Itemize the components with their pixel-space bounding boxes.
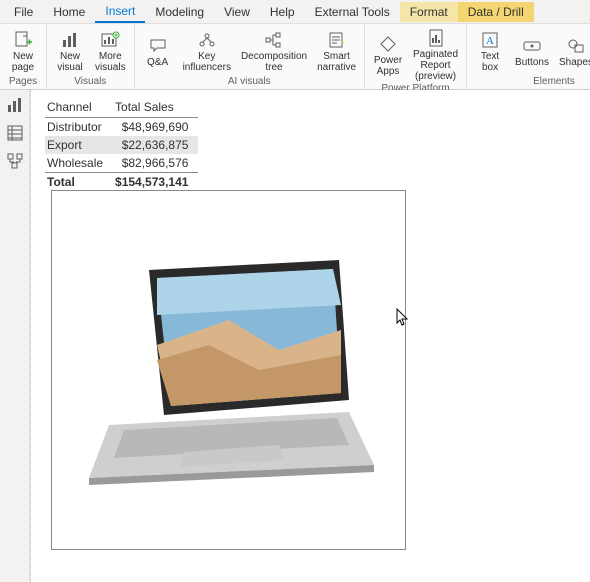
- report-canvas[interactable]: Channel Total Sales Distributor $48,969,…: [30, 90, 590, 582]
- key-influencers-button[interactable]: Key influencers: [179, 28, 235, 75]
- decomposition-tree-label: Decomposition tree: [241, 51, 307, 73]
- group-label-elements: Elements: [533, 77, 575, 88]
- cell-total-value: $154,573,141: [113, 173, 198, 192]
- table-header-total-sales[interactable]: Total Sales: [113, 98, 198, 118]
- buttons-button[interactable]: Buttons: [511, 34, 553, 70]
- power-apps-icon: [378, 34, 398, 54]
- cell-channel: Distributor: [45, 118, 113, 137]
- textbox-icon: A: [480, 30, 500, 50]
- menu-bar: File Home Insert Modeling View Help Exte…: [0, 0, 590, 24]
- cell-channel: Export: [45, 136, 113, 154]
- view-switcher: [0, 90, 30, 582]
- cell-channel: Wholesale: [45, 154, 113, 173]
- paginated-report-label: Paginated Report (preview): [413, 49, 458, 82]
- menu-help[interactable]: Help: [260, 2, 305, 22]
- smart-narrative-button[interactable]: Smart narrative: [313, 28, 360, 75]
- qa-button[interactable]: Q&A: [139, 34, 177, 70]
- textbox-button[interactable]: A Text box: [471, 28, 509, 75]
- table-row[interactable]: Distributor $48,969,690: [45, 118, 198, 137]
- new-visual-label: New visual: [57, 51, 83, 73]
- group-label-ai: AI visuals: [228, 77, 271, 88]
- table-row[interactable]: Wholesale $82,966,576: [45, 154, 198, 173]
- speech-bubble-icon: [148, 36, 168, 56]
- menu-insert[interactable]: Insert: [95, 1, 145, 23]
- power-apps-label: Power Apps: [374, 55, 402, 77]
- ribbon-group-power-platform: Power Apps Paginated Report (preview) Po…: [365, 24, 467, 89]
- menu-view[interactable]: View: [214, 2, 260, 22]
- paginated-report-icon: [426, 28, 446, 48]
- smart-narrative-icon: [327, 30, 347, 50]
- paginated-report-button[interactable]: Paginated Report (preview): [409, 26, 462, 84]
- menu-format[interactable]: Format: [400, 2, 458, 22]
- buttons-icon: [522, 36, 542, 56]
- menu-file[interactable]: File: [4, 2, 43, 22]
- shapes-label: Shapes: [559, 57, 590, 68]
- new-page-label: New page: [12, 51, 34, 73]
- image-visual[interactable]: [51, 190, 406, 550]
- buttons-label: Buttons: [515, 57, 549, 68]
- power-apps-button[interactable]: Power Apps: [369, 32, 407, 79]
- key-influencers-icon: [197, 30, 217, 50]
- data-view-icon[interactable]: [6, 124, 24, 142]
- new-page-icon: [13, 30, 33, 50]
- key-influencers-label: Key influencers: [183, 51, 231, 73]
- group-label-visuals: Visuals: [74, 77, 106, 88]
- cursor-icon: [396, 308, 410, 326]
- ribbon-group-visuals: New visual More visuals Visuals: [47, 24, 135, 89]
- smart-narrative-label: Smart narrative: [317, 51, 356, 73]
- cell-sales: $48,969,690: [113, 118, 198, 137]
- table-row[interactable]: Export $22,636,875: [45, 136, 198, 154]
- qa-label: Q&A: [147, 57, 168, 68]
- textbox-label: Text box: [481, 51, 499, 73]
- more-visuals-button[interactable]: More visuals: [91, 28, 130, 75]
- chart-icon: [60, 30, 80, 50]
- cell-total-label: Total: [45, 173, 113, 192]
- sales-table-visual[interactable]: Channel Total Sales Distributor $48,969,…: [45, 98, 198, 191]
- new-page-button[interactable]: New page: [4, 28, 42, 75]
- ribbon: New page Pages New visual More visuals V…: [0, 24, 590, 90]
- decomposition-tree-button[interactable]: Decomposition tree: [237, 28, 311, 75]
- cell-sales: $22,636,875: [113, 136, 198, 154]
- laptop-image-icon: [79, 240, 379, 500]
- new-visual-button[interactable]: New visual: [51, 28, 89, 75]
- more-visuals-label: More visuals: [95, 51, 126, 73]
- main-area: Channel Total Sales Distributor $48,969,…: [0, 90, 590, 582]
- table-total-row[interactable]: Total $154,573,141: [45, 173, 198, 192]
- decomposition-tree-icon: [264, 30, 284, 50]
- shapes-icon: [566, 36, 586, 56]
- menu-data-drill[interactable]: Data / Drill: [458, 2, 534, 22]
- menu-modeling[interactable]: Modeling: [145, 2, 214, 22]
- ribbon-group-elements: A Text box Buttons Shapes Imag: [467, 24, 590, 89]
- shapes-button[interactable]: Shapes: [555, 34, 590, 70]
- model-view-icon[interactable]: [6, 152, 24, 170]
- ribbon-group-ai: Q&A Key influencers Decomposition tree S…: [135, 24, 365, 89]
- table-header-channel[interactable]: Channel: [45, 98, 113, 118]
- group-label-pages: Pages: [9, 77, 37, 88]
- menu-home[interactable]: Home: [43, 2, 95, 22]
- cell-sales: $82,966,576: [113, 154, 198, 173]
- report-view-icon[interactable]: [6, 96, 24, 114]
- ribbon-group-pages: New page Pages: [0, 24, 47, 89]
- more-visuals-icon: [100, 30, 120, 50]
- svg-text:A: A: [486, 35, 494, 47]
- menu-external-tools[interactable]: External Tools: [305, 2, 400, 22]
